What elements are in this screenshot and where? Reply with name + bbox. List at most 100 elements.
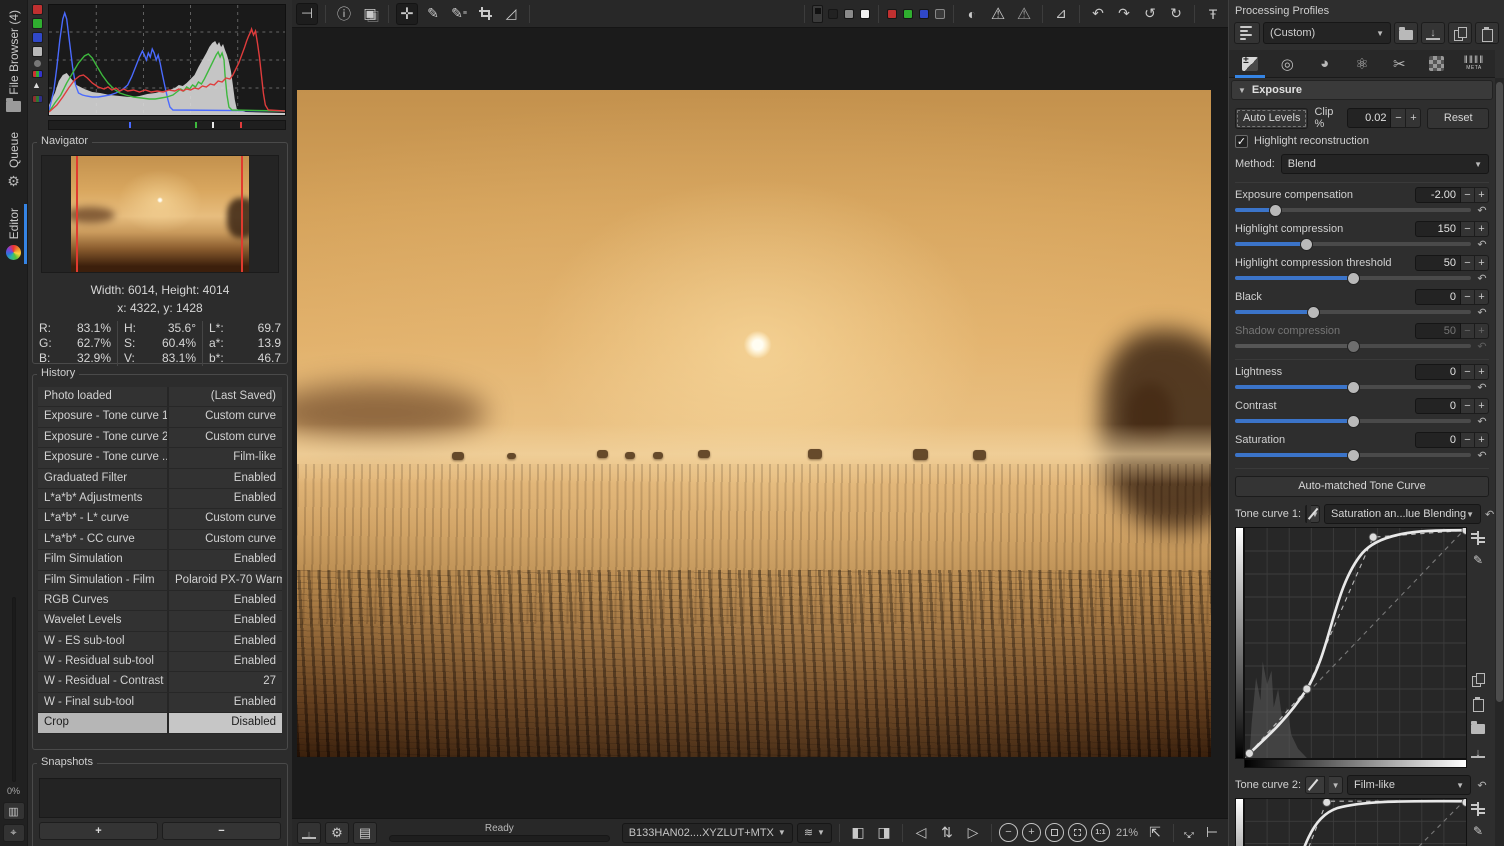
profile-select[interactable]: (Custom) ▼ <box>1263 22 1391 44</box>
slider-track[interactable] <box>1235 385 1471 389</box>
focus-mask-icon[interactable]: ◐ <box>961 3 983 25</box>
increment-button[interactable]: + <box>1475 398 1489 414</box>
increment-button[interactable]: + <box>1475 289 1489 305</box>
curve-adjuster-icon[interactable] <box>1471 802 1485 816</box>
decrement-button[interactable]: − <box>1461 398 1475 414</box>
curve-edit-pencil-icon[interactable]: ✎ <box>1473 824 1483 838</box>
tab-editor[interactable]: Editor <box>0 198 27 270</box>
clip-decrement[interactable]: − <box>1391 108 1406 128</box>
reset-icon[interactable]: ↶ <box>1475 272 1489 285</box>
zoom-in-icon[interactable]: + <box>1022 823 1041 842</box>
image-info-icon[interactable]: ⓘ <box>333 3 355 25</box>
curve-type-icon[interactable] <box>1305 776 1325 794</box>
preview-green-channel[interactable] <box>903 9 913 19</box>
after-split-icon[interactable]: ◨ <box>873 822 895 844</box>
crop-tool-icon[interactable] <box>474 3 496 25</box>
bar-mode-toggle[interactable]: ▲ <box>32 81 43 92</box>
history-row[interactable]: Wavelet LevelsEnabled <box>38 611 282 631</box>
increment-button[interactable]: + <box>1475 364 1489 380</box>
red-channel-toggle[interactable] <box>32 4 43 15</box>
preview-dark-bg[interactable] <box>828 9 838 19</box>
history-row[interactable]: L*a*b* AdjustmentsEnabled <box>38 489 282 509</box>
history-row[interactable]: Exposure - Tone curve 2Custom curve <box>38 428 282 448</box>
monitor-profile-select[interactable]: B133HAN02....XYZLUT+MTX ▼ <box>622 823 793 843</box>
tone-curve-1-editor[interactable]: ✎ <box>1235 527 1489 759</box>
reset-icon[interactable]: ↶ <box>1475 306 1489 319</box>
tab-queue[interactable]: Queue ⚙ <box>0 122 27 198</box>
preview-red-channel[interactable] <box>887 9 897 19</box>
decrement-button[interactable]: − <box>1461 255 1475 271</box>
delete-snapshot-button[interactable]: − <box>162 822 281 840</box>
preview-luminance-channel[interactable] <box>935 9 945 19</box>
straighten-tool-icon[interactable]: ◿ <box>500 3 522 25</box>
tab-transform[interactable]: ✂ <box>1386 52 1412 76</box>
swap-view-icon[interactable]: ⇅ <box>936 822 958 844</box>
reset-icon[interactable]: ↶ <box>1485 508 1494 521</box>
previous-image-icon[interactable]: ◁ <box>910 822 932 844</box>
blue-channel-toggle[interactable] <box>32 32 43 43</box>
history-row[interactable]: Exposure - Tone curve 1Custom curve <box>38 407 282 427</box>
decrement-button[interactable]: − <box>1461 221 1475 237</box>
preview-white-bg[interactable] <box>860 9 870 19</box>
exposure-section-header[interactable]: ▼ Exposure <box>1231 80 1493 100</box>
snapshots-list[interactable] <box>39 778 281 818</box>
history-row[interactable]: Film Simulation - FilmPolaroid PX-70 War… <box>38 571 282 591</box>
soft-proofing-select[interactable]: ≋ ▼ <box>797 823 832 843</box>
decrement-button[interactable]: − <box>1461 364 1475 380</box>
increment-button[interactable]: + <box>1475 432 1489 448</box>
before-split-icon[interactable]: ◧ <box>847 822 869 844</box>
preview-background-icon[interactable] <box>812 5 823 23</box>
zoom-out-icon[interactable]: − <box>999 823 1018 842</box>
curve-type-icon[interactable] <box>1305 505 1307 523</box>
undo-icon[interactable]: ↶ <box>1087 3 1109 25</box>
history-row[interactable]: W - Residual - Contrast27 <box>38 672 282 692</box>
reset-icon[interactable]: ↶ <box>1475 779 1489 792</box>
decrement-button[interactable]: − <box>1461 432 1475 448</box>
zoom-fit-crop-icon[interactable] <box>1068 823 1087 842</box>
tab-exposure[interactable] <box>1237 52 1263 76</box>
new-detail-window-icon[interactable]: ⇱ <box>1144 822 1166 844</box>
history-row-selected[interactable]: CropDisabled <box>38 713 282 733</box>
fullscreen-icon[interactable]: ↔↔ <box>1181 825 1197 841</box>
center-view-button[interactable]: ⌖ <box>3 824 25 842</box>
revert-saved-icon[interactable]: ↺ <box>1139 3 1161 25</box>
history-row[interactable]: RGB CurvesEnabled <box>38 591 282 611</box>
method-select[interactable]: Blend ▼ <box>1281 154 1489 174</box>
tab-metadata[interactable]: ‖‖‖‖META <box>1461 52 1487 76</box>
reset-icon[interactable]: ↶ <box>1475 238 1489 251</box>
batch-process-button[interactable]: ⚙ <box>325 822 349 844</box>
tab-color[interactable]: ◕ <box>1312 52 1338 76</box>
history-row[interactable]: Graduated FilterEnabled <box>38 469 282 489</box>
tab-advanced[interactable]: ⚛ <box>1349 52 1375 76</box>
white-balance-picker-icon[interactable]: ✎ <box>422 3 444 25</box>
decrement-button[interactable]: − <box>1461 289 1475 305</box>
zoom-100-icon[interactable]: 1:1 <box>1091 823 1110 842</box>
tone-curve-1-mode-select[interactable]: Saturation an...lue Blending ▼ <box>1324 504 1481 524</box>
histogram-profile-icon[interactable]: ⊿ <box>1050 3 1072 25</box>
copy-profile-button[interactable] <box>1448 22 1472 44</box>
luminance-channel-toggle[interactable] <box>32 46 43 57</box>
color-picker-icon[interactable]: ✎≡ <box>448 3 470 25</box>
image-canvas[interactable] <box>292 28 1228 818</box>
curve-type-dropdown[interactable]: ▼ <box>1329 776 1343 794</box>
hide-right-panel-icon[interactable]: Ŧ <box>1202 3 1224 25</box>
goto-last-icon[interactable]: ↻ <box>1165 3 1187 25</box>
increment-button[interactable]: + <box>1475 221 1489 237</box>
history-row[interactable]: W - Residual sub-toolEnabled <box>38 652 282 672</box>
profile-list-icon[interactable] <box>1234 22 1260 44</box>
history-row[interactable]: W - ES sub-toolEnabled <box>38 632 282 652</box>
increment-button[interactable]: + <box>1475 187 1489 203</box>
paste-profile-button[interactable] <box>1475 22 1499 44</box>
reset-icon[interactable]: ↶ <box>1475 204 1489 217</box>
history-row[interactable]: W - Final sub-toolEnabled <box>38 693 282 713</box>
history-row[interactable]: Film SimulationEnabled <box>38 550 282 570</box>
tone-curve-2-mode-select[interactable]: Film-like ▼ <box>1347 775 1471 795</box>
chromaticity-toggle[interactable] <box>34 60 41 67</box>
tab-file-browser[interactable]: File Browser (4) <box>0 0 27 122</box>
history-row[interactable]: Exposure - Tone curve ...Film-like <box>38 448 282 468</box>
right-panel-scrollbar[interactable] <box>1495 78 1504 846</box>
curve-load-icon[interactable] <box>1471 721 1485 737</box>
hand-tool-icon[interactable]: ✛ <box>396 3 418 25</box>
increment-button[interactable]: + <box>1475 255 1489 271</box>
save-image-button[interactable] <box>297 822 321 844</box>
